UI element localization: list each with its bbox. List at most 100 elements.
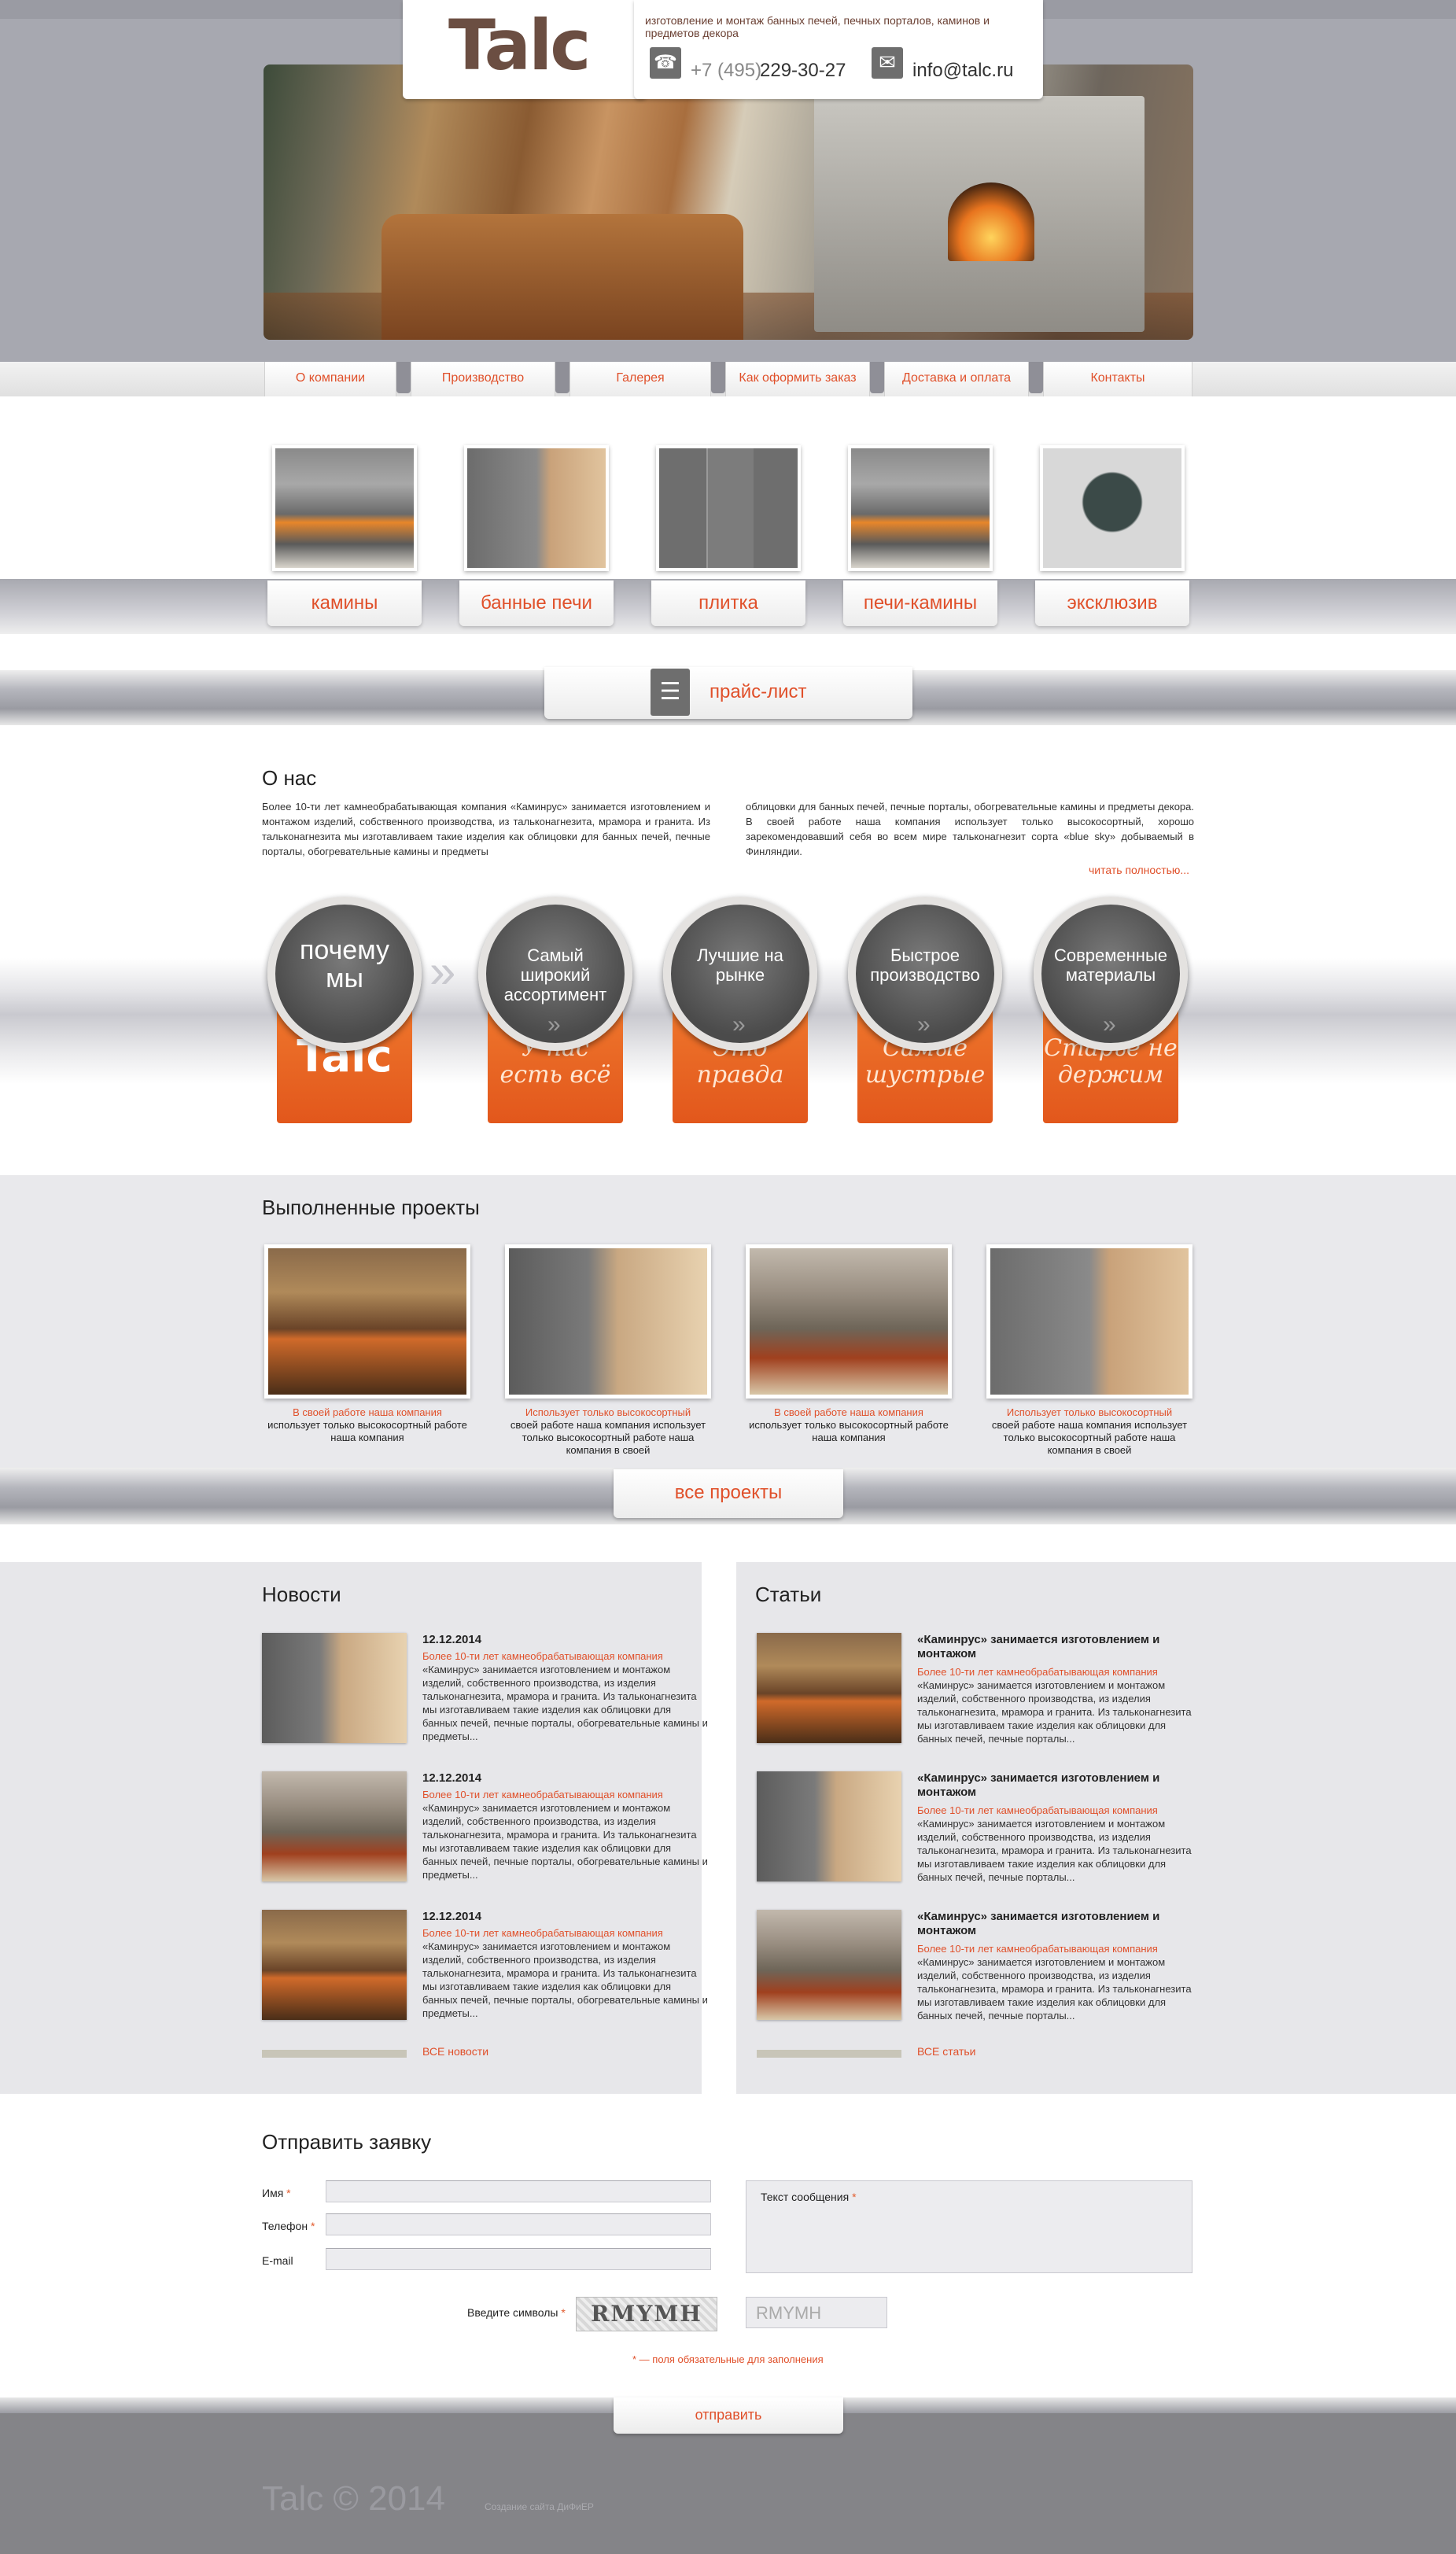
nav-item-contacts[interactable]: Контакты <box>1043 362 1192 396</box>
news-text: «Каминрус» занимается изготовлением и мо… <box>422 1802 708 1881</box>
news-subtitle[interactable]: Более 10-ти лет камнеобрабатывающая комп… <box>422 1789 709 1801</box>
all-projects-button[interactable]: все проекты <box>614 1469 843 1518</box>
nav-item-gallery[interactable]: Галерея <box>569 362 711 396</box>
article-image[interactable] <box>757 1910 901 2020</box>
project-title[interactable]: В своей работе наша компания <box>264 1406 470 1419</box>
captcha-image: RMYMH <box>576 2297 717 2331</box>
news-subtitle[interactable]: Более 10-ти лет камнеобрабатывающая комп… <box>422 1650 709 1663</box>
category-card-fireplaces[interactable]: камины <box>267 440 422 626</box>
news-text: «Каминрус» занимается изготовлением и мо… <box>422 1664 708 1742</box>
nav-item-production[interactable]: Производство <box>411 362 555 396</box>
project-card[interactable]: В своей работе наша компания использует … <box>746 1244 952 1444</box>
category-image[interactable] <box>272 445 417 571</box>
category-image[interactable] <box>656 445 801 571</box>
category-card-exclusive[interactable]: эксклюзив <box>1035 440 1189 626</box>
name-label: Имя * <box>262 2187 291 2199</box>
article-heading[interactable]: «Каминрус» занимается изготовлением и мо… <box>917 1910 1204 1938</box>
articles-divider <box>757 2050 901 2058</box>
logo[interactable]: Talc <box>448 11 591 80</box>
required-mark: * <box>310 2220 315 2232</box>
nav-item-delivery[interactable]: Доставка и оплата <box>884 362 1029 396</box>
news-item[interactable]: 12.12.2014 Более 10-ти лет камнеобрабаты… <box>262 1771 781 1881</box>
news-subtitle[interactable]: Более 10-ти лет камнеобрабатывающая комп… <box>422 1927 709 1940</box>
project-image[interactable] <box>746 1244 952 1399</box>
article-heading[interactable]: «Каминрус» занимается изготовлением и мо… <box>917 1633 1204 1661</box>
price-list-label[interactable]: прайс-лист <box>710 681 807 703</box>
all-news-link[interactable]: ВСЕ новости <box>422 2045 488 2058</box>
project-card[interactable]: Использует только высокосортный своей ра… <box>986 1244 1192 1457</box>
project-title[interactable]: В своей работе наша компания <box>746 1406 952 1419</box>
category-card-tiles[interactable]: плитка <box>651 440 805 626</box>
why-circle-text: Быстрое производство <box>870 945 980 985</box>
why-us-intro: Talc почему мы <box>267 897 422 1125</box>
email-link[interactable]: info@talc.ru <box>912 60 1013 82</box>
article-item[interactable]: «Каминрус» занимается изготовлением и мо… <box>757 1771 1276 1883</box>
news-item[interactable]: 12.12.2014 Более 10-ти лет камнеобрабаты… <box>262 1633 781 1743</box>
captcha-input[interactable]: RMYMH <box>746 2297 887 2328</box>
phone-label: Телефон * <box>262 2220 315 2232</box>
price-list-button[interactable]: ☰ прайс-лист <box>544 667 912 719</box>
article-item[interactable]: «Каминрус» занимается изготовлением и мо… <box>757 1633 1276 1745</box>
category-label[interactable]: эксклюзив <box>1035 580 1189 626</box>
captcha-label-text: Введите символы <box>467 2306 558 2319</box>
news-date: 12.12.2014 <box>422 1910 482 1923</box>
email-input[interactable] <box>326 2248 711 2270</box>
category-label[interactable]: печи-камины <box>843 580 997 626</box>
why-circle-text: почему мы <box>300 935 389 993</box>
about-text-col2: облицовки для банных печей, печные порта… <box>746 801 1194 857</box>
phone-input[interactable] <box>326 2213 711 2235</box>
news-divider <box>262 2050 407 2058</box>
logo-box[interactable]: Talc <box>403 0 647 99</box>
articles-panel: Статьи «Каминрус» занимается изготовлени… <box>736 1562 1456 2094</box>
category-label[interactable]: камины <box>267 580 422 626</box>
project-title[interactable]: Использует только высокосортный <box>505 1406 711 1419</box>
project-description: своей работе наша компания использует то… <box>991 1419 1188 1456</box>
article-heading[interactable]: «Каминрус» занимается изготовлением и мо… <box>917 1771 1204 1800</box>
category-image[interactable] <box>464 445 609 571</box>
project-card[interactable]: Использует только высокосортный своей ра… <box>505 1244 711 1457</box>
news-item[interactable]: 12.12.2014 Более 10-ти лет камнеобрабаты… <box>262 1910 781 2020</box>
article-image[interactable] <box>757 1771 901 1881</box>
phone-number[interactable]: 229-30-27 <box>760 60 846 82</box>
submit-button[interactable]: отправить <box>614 2397 843 2434</box>
category-label[interactable]: банные печи <box>459 580 614 626</box>
nav-separator <box>711 362 725 393</box>
article-image[interactable] <box>757 1633 901 1743</box>
category-label[interactable]: плитка <box>651 580 805 626</box>
nav-separator <box>870 362 884 393</box>
required-mark: * <box>286 2187 291 2199</box>
message-textarea[interactable]: Текст сообщения * <box>746 2180 1192 2273</box>
project-title[interactable]: Использует только высокосортный <box>986 1406 1192 1419</box>
name-input[interactable] <box>326 2180 711 2202</box>
why-circle: почему мы <box>267 897 422 1051</box>
project-description: использует только высокосортный работе н… <box>267 1419 467 1443</box>
category-card-stove-fireplaces[interactable]: печи-камины <box>843 440 997 626</box>
nav-item-about[interactable]: О компании <box>264 362 396 396</box>
article-subtitle[interactable]: Более 10-ти лет камнеобрабатывающая комп… <box>917 1666 1204 1679</box>
category-image[interactable] <box>1040 445 1185 571</box>
category-card-sauna-stoves[interactable]: банные печи <box>459 440 614 626</box>
why-item-assortment: У нас есть всё Самый широкий ассортимент… <box>478 897 632 1125</box>
news-image[interactable] <box>262 1633 407 1743</box>
project-card[interactable]: В своей работе наша компания использует … <box>264 1244 470 1444</box>
project-image[interactable] <box>986 1244 1192 1399</box>
project-image[interactable] <box>505 1244 711 1399</box>
article-subtitle[interactable]: Более 10-ти лет камнеобрабатывающая комп… <box>917 1804 1204 1817</box>
hero-fire <box>948 182 1034 261</box>
news-image[interactable] <box>262 1771 407 1881</box>
read-more-link[interactable]: читать полностью... <box>1089 864 1189 876</box>
article-subtitle[interactable]: Более 10-ти лет камнеобрабатывающая комп… <box>917 1943 1204 1955</box>
nav-item-how-to-order[interactable]: Как оформить заказ <box>725 362 870 396</box>
article-item[interactable]: «Каминрус» занимается изготовлением и мо… <box>757 1910 1276 2021</box>
why-item-best: Это правда Лучшие на рынке » <box>663 897 817 1125</box>
project-image[interactable] <box>264 1244 470 1399</box>
project-description: использует только высокосортный работе н… <box>749 1419 949 1443</box>
category-image[interactable] <box>848 445 993 571</box>
news-image[interactable] <box>262 1910 407 2020</box>
developer-link[interactable]: Создание сайта ДиФиЕР <box>485 2501 594 2512</box>
all-articles-link[interactable]: ВСЕ статьи <box>917 2045 975 2058</box>
news-date: 12.12.2014 <box>422 1633 482 1646</box>
about-text-col1: Более 10-ти лет камнеобрабатывающая комп… <box>262 801 710 857</box>
tagline: изготовление и монтаж банных печей, печн… <box>645 14 990 39</box>
document-icon: ☰ <box>651 669 690 716</box>
